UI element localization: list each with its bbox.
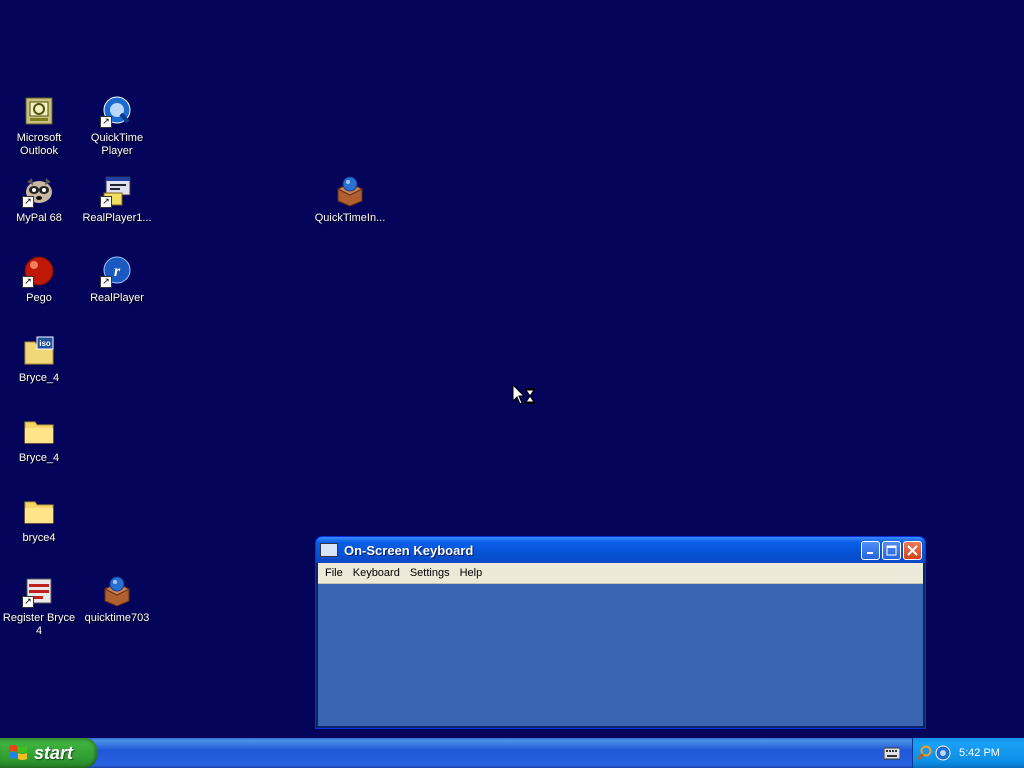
icon-label: Bryce_4 xyxy=(18,372,60,384)
windows-logo-icon xyxy=(9,745,27,760)
desktop: Microsoft Outlook ↗ MyPal 68 ↗ Pego iso … xyxy=(0,0,1024,736)
installer-box-icon xyxy=(333,174,367,208)
system-tray: 5:42 PM xyxy=(912,738,1024,768)
shortcut-arrow-icon: ↗ xyxy=(100,276,112,288)
shortcut-arrow-icon: ↗ xyxy=(100,116,112,128)
desktop-icon-quicktime-player[interactable]: ↗ QuickTime Player xyxy=(78,94,156,158)
quicktime-tray-icon[interactable] xyxy=(935,745,951,761)
realplayer-icon: r ↗ xyxy=(100,254,134,288)
minimize-button[interactable] xyxy=(861,540,880,560)
svg-text:r: r xyxy=(114,263,121,280)
desktop-icon-bryce4-folder[interactable]: Bryce_4 xyxy=(0,414,78,465)
red-ball-icon: ↗ xyxy=(22,254,56,288)
desktop-icon-bryce4-iso[interactable]: iso Bryce_4 xyxy=(0,334,78,385)
folder-icon xyxy=(22,494,56,528)
on-screen-keyboard-tray-icon[interactable] xyxy=(883,746,901,760)
svg-text:iso: iso xyxy=(39,339,51,348)
menu-help[interactable]: Help xyxy=(455,565,488,581)
iso-file-icon: iso xyxy=(22,334,56,368)
desktop-icon-mypal[interactable]: ↗ MyPal 68 xyxy=(0,174,78,225)
desktop-icon-realplayer[interactable]: r ↗ RealPlayer xyxy=(78,254,156,305)
raccoon-icon: ↗ xyxy=(22,174,56,208)
maximize-button[interactable] xyxy=(882,540,901,560)
window-title: On-Screen Keyboard xyxy=(344,542,474,558)
menu-settings[interactable]: Settings xyxy=(405,565,455,581)
icon-label: bryce4 xyxy=(22,532,56,544)
close-icon xyxy=(907,544,918,556)
desktop-icon-quicktime703[interactable]: quicktime703 xyxy=(78,574,156,625)
register-icon: ↗ xyxy=(22,574,56,608)
close-button[interactable] xyxy=(903,540,922,560)
menu-bar: File Keyboard Settings Help xyxy=(318,563,923,584)
icon-label: quicktime703 xyxy=(84,612,150,624)
menu-file[interactable]: File xyxy=(320,565,348,581)
keyboard-client-area xyxy=(318,584,923,726)
icon-label: RealPlayer1... xyxy=(82,212,152,224)
icon-label: Pego xyxy=(26,292,52,304)
keyboard-icon xyxy=(320,543,338,557)
desktop-icon-realplayer-installer[interactable]: ↗ RealPlayer1... xyxy=(78,174,156,225)
installer-box-icon xyxy=(100,574,134,608)
busy-cursor-icon xyxy=(512,383,538,408)
realplayer-installer-icon: ↗ xyxy=(100,174,134,208)
minimize-icon xyxy=(867,551,873,554)
search-tray-icon[interactable] xyxy=(916,745,932,761)
desktop-icon-register-bryce[interactable]: ↗ Register Bryce 4 xyxy=(0,574,78,638)
shortcut-arrow-icon: ↗ xyxy=(22,276,34,288)
desktop-icon-microsoft-outlook[interactable]: Microsoft Outlook xyxy=(0,94,78,158)
folder-icon xyxy=(22,414,56,448)
icon-label: RealPlayer xyxy=(90,292,144,304)
icon-label: Microsoft Outlook xyxy=(16,132,62,157)
taskbar: start 5:42 PM xyxy=(0,738,1024,768)
icon-label: QuickTimeIn... xyxy=(314,212,386,224)
start-button[interactable]: start xyxy=(0,738,97,768)
outlook-icon xyxy=(22,94,56,128)
icon-label: Register Bryce 4 xyxy=(2,612,76,637)
desktop-icon-quicktime-installer[interactable]: QuickTimeIn... xyxy=(311,174,389,225)
shortcut-arrow-icon: ↗ xyxy=(100,196,112,208)
icon-label: MyPal 68 xyxy=(16,212,62,224)
icon-label: QuickTime Player xyxy=(90,132,144,157)
shortcut-arrow-icon: ↗ xyxy=(22,196,34,208)
desktop-icon-bryce4-lower[interactable]: bryce4 xyxy=(0,494,78,545)
icon-label: Bryce_4 xyxy=(18,452,60,464)
start-label: start xyxy=(34,742,74,763)
clock[interactable]: 5:42 PM xyxy=(959,747,1000,759)
shortcut-arrow-icon: ↗ xyxy=(22,596,34,608)
window-titlebar[interactable]: On-Screen Keyboard xyxy=(316,537,925,563)
quicktime-icon: ↗ xyxy=(100,94,134,128)
maximize-icon xyxy=(886,545,897,555)
menu-keyboard[interactable]: Keyboard xyxy=(348,565,405,581)
on-screen-keyboard-window[interactable]: On-Screen Keyboard File Keyboard Setting… xyxy=(315,536,926,729)
desktop-icon-pego[interactable]: ↗ Pego xyxy=(0,254,78,305)
